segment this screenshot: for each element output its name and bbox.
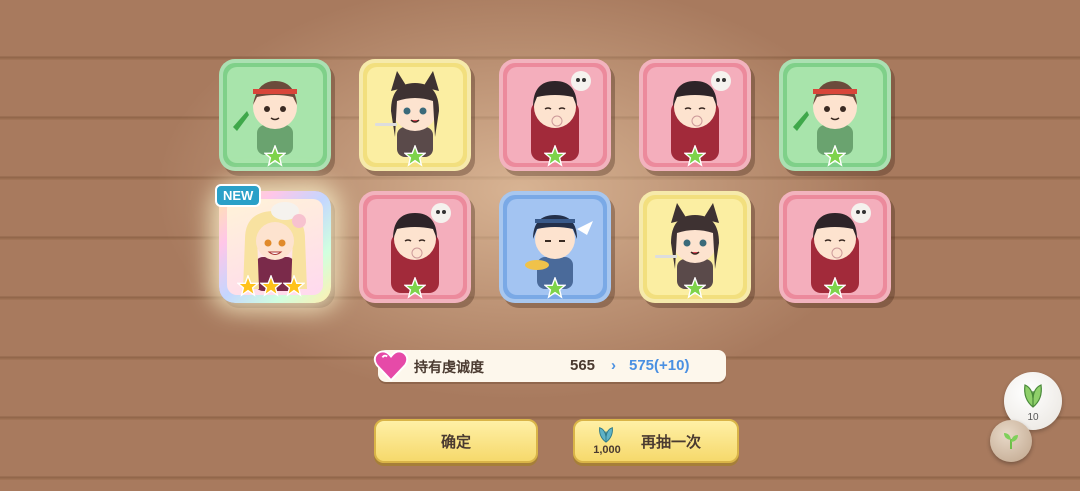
result-card-3[interactable] (499, 59, 611, 171)
star-icon (684, 145, 706, 167)
result-card-9[interactable] (639, 191, 751, 303)
confirm-button[interactable]: 确定 (374, 419, 538, 463)
faith-new-value: 575(+10) (629, 357, 690, 374)
draw-again-label: 再抽一次 (641, 433, 702, 451)
faith-label: 持有虔诚度 (414, 360, 484, 376)
result-grid: NEW (215, 55, 905, 315)
gacha-result-screen: NEW 持有虔诚度 565 › 575(+10) 确定 1,000 再抽一次 1… (0, 0, 1080, 491)
faith-bar: 持有虔诚度 565 › 575(+10) (373, 350, 726, 382)
star-icon (544, 145, 566, 167)
star-icon (684, 277, 706, 299)
result-card-7[interactable] (359, 191, 471, 303)
faith-current-value: 565 (570, 357, 596, 374)
leaf-icon (1024, 384, 1042, 408)
rarity-stars (237, 275, 305, 297)
confirm-button-label: 确定 (440, 432, 471, 451)
result-card-6[interactable]: NEW (215, 184, 331, 303)
star-icon (824, 145, 846, 167)
sprout-button[interactable] (990, 420, 1032, 462)
leaf-currency-icon (599, 427, 613, 443)
sprout-icon (1004, 433, 1018, 449)
heart-gem-icon (373, 350, 409, 382)
faith-arrow: › (611, 357, 616, 374)
new-badge: NEW (215, 184, 262, 207)
result-card-10[interactable] (779, 191, 891, 303)
result-card-4[interactable] (639, 59, 751, 171)
gold-star-icon (237, 275, 259, 297)
star-icon (824, 277, 846, 299)
draw-cost: 1,000 (587, 424, 625, 458)
result-card-1[interactable] (219, 59, 331, 171)
star-icon (404, 145, 426, 167)
result-card-8[interactable] (499, 191, 611, 303)
gold-star-icon (260, 275, 282, 297)
star-icon (544, 277, 566, 299)
result-card-5[interactable] (779, 59, 891, 171)
draw-again-button[interactable]: 1,000 再抽一次 (573, 419, 739, 463)
gold-star-icon (283, 275, 305, 297)
star-icon (264, 145, 286, 167)
draw-cost-amount: 1,000 (593, 444, 621, 456)
result-card-2[interactable] (359, 59, 471, 171)
star-icon (404, 277, 426, 299)
